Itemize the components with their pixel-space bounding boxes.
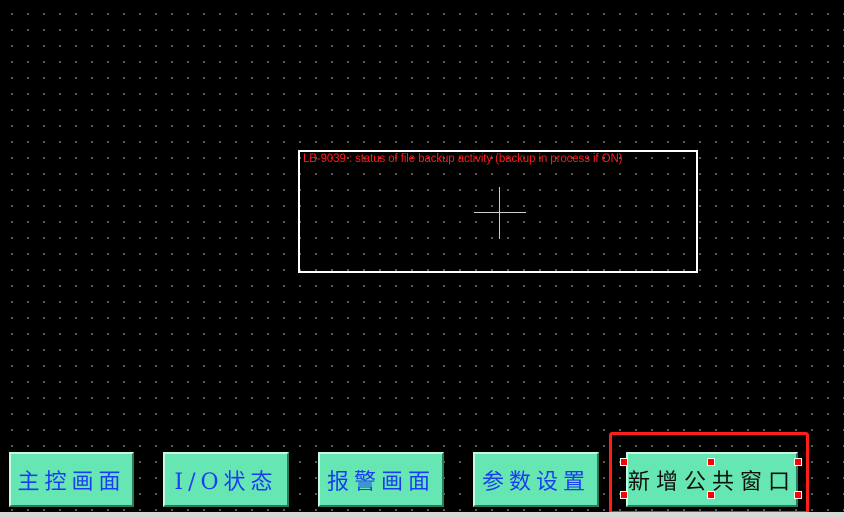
selection-highlight-frame [609, 432, 809, 514]
resize-handle-icon[interactable] [794, 491, 802, 499]
crosshair-icon [499, 187, 500, 239]
resize-handle-icon[interactable] [620, 491, 628, 499]
horizontal-scrollbar[interactable] [0, 512, 844, 517]
io-status-button[interactable]: I/O状态 [163, 452, 289, 507]
bit-lamp-label: LB-9039 : status of file backup activity… [303, 153, 623, 165]
resize-handle-icon[interactable] [707, 458, 715, 466]
resize-handle-icon[interactable] [794, 458, 802, 466]
crosshair-icon [474, 212, 526, 213]
io-status-button-label: I/O状态 [174, 469, 278, 495]
parameter-settings-button[interactable]: 参数设置 [473, 452, 599, 507]
design-canvas[interactable]: LB-9039 : status of file backup activity… [0, 0, 844, 517]
bit-lamp-object[interactable]: LB-9039 : status of file backup activity… [298, 150, 698, 273]
alarm-screen-button[interactable]: 报警画面 [318, 452, 444, 507]
main-control-screen-button-label: 主控画面 [17, 469, 126, 495]
alarm-screen-button-label: 报警画面 [326, 469, 435, 495]
parameter-settings-button-label: 参数设置 [481, 469, 590, 495]
resize-handle-icon[interactable] [707, 491, 715, 499]
main-control-screen-button[interactable]: 主控画面 [9, 452, 134, 507]
resize-handle-icon[interactable] [620, 458, 628, 466]
